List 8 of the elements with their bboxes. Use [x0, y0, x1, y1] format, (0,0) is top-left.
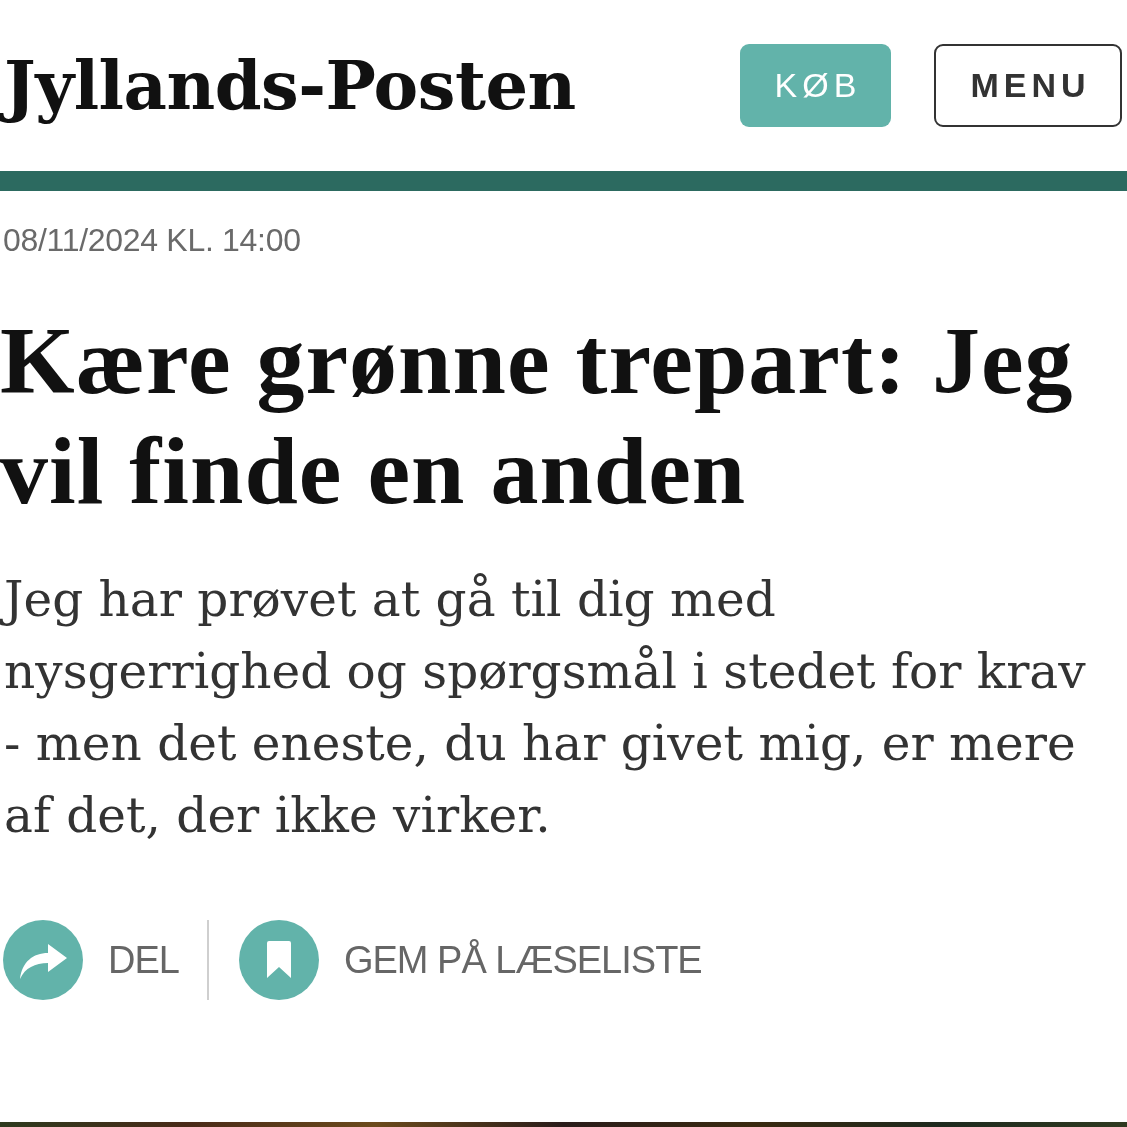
menu-button[interactable]: MENU — [934, 44, 1122, 127]
timestamp: 08/11/2024 KL. 14:00 — [3, 222, 301, 258]
share-icon — [3, 920, 83, 1000]
lead-paragraph: Jeg har prøvet at gå til dig med nysgerrighed og spørgsmål i stedet for krav - men det eneste, du har givet mig, er mere af det, der ikke virker. — [0, 563, 1102, 851]
share-button[interactable]: DEL — [3, 920, 179, 1000]
save-to-list-button[interactable]: GEM PÅ LÆSELISTE — [238, 920, 702, 1000]
bookmark-icon — [238, 920, 319, 1000]
headline: Kære grønne trepart: Jeg vil finde en anden — [0, 306, 1075, 526]
